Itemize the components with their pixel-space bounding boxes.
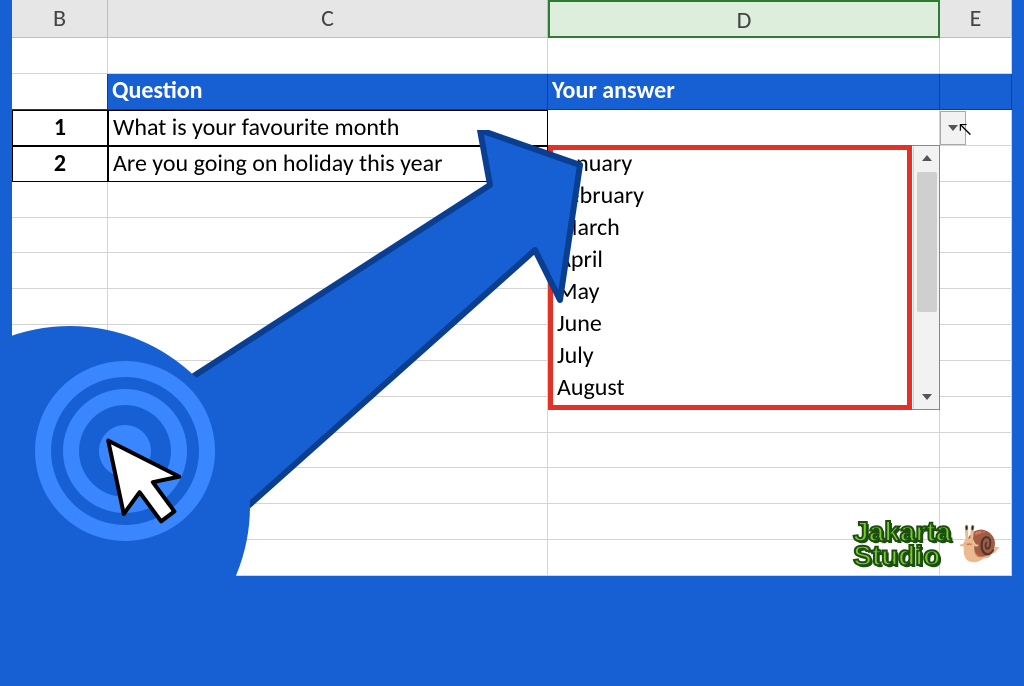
- col-header-c[interactable]: C: [108, 0, 548, 38]
- cell[interactable]: [940, 74, 1012, 110]
- dropdown-option[interactable]: July: [557, 340, 905, 372]
- dropdown-option[interactable]: March: [557, 212, 905, 244]
- dropdown-option[interactable]: August: [557, 372, 905, 404]
- cell[interactable]: [12, 74, 108, 110]
- dropdown-scrollbar[interactable]: [913, 146, 939, 409]
- dropdown-option[interactable]: June: [557, 308, 905, 340]
- dropdown-option[interactable]: January: [557, 148, 905, 180]
- dropdown-option[interactable]: April: [557, 244, 905, 276]
- dropdown-option[interactable]: May: [557, 276, 905, 308]
- col-header-b[interactable]: B: [12, 0, 108, 38]
- question-cell[interactable]: What is your favourite month: [108, 110, 548, 146]
- col-header-d[interactable]: D: [548, 0, 940, 38]
- scroll-thumb[interactable]: [917, 172, 937, 312]
- row-number[interactable]: 2: [12, 146, 108, 182]
- header-answer[interactable]: Your answer: [548, 74, 940, 110]
- table-row: 1 What is your favourite month: [12, 110, 1012, 146]
- answer-cell[interactable]: [548, 110, 940, 146]
- scroll-up-icon[interactable]: [914, 146, 940, 170]
- scroll-down-icon[interactable]: [914, 385, 940, 409]
- question-cell[interactable]: Are you going on holiday this year: [108, 146, 548, 182]
- col-header-e[interactable]: E: [940, 0, 1012, 38]
- dropdown-options: January February March April May June Ju…: [549, 146, 913, 409]
- dropdown-list: January February March April May June Ju…: [548, 145, 940, 410]
- table-header-row: Question Your answer: [12, 74, 1012, 110]
- cursor-icon: ↖: [957, 118, 973, 140]
- cell[interactable]: [940, 146, 1012, 182]
- row-number[interactable]: 1: [12, 110, 108, 146]
- header-question[interactable]: Question: [108, 74, 548, 110]
- column-headers: B C D E: [12, 0, 1012, 38]
- dropdown-option[interactable]: February: [557, 180, 905, 212]
